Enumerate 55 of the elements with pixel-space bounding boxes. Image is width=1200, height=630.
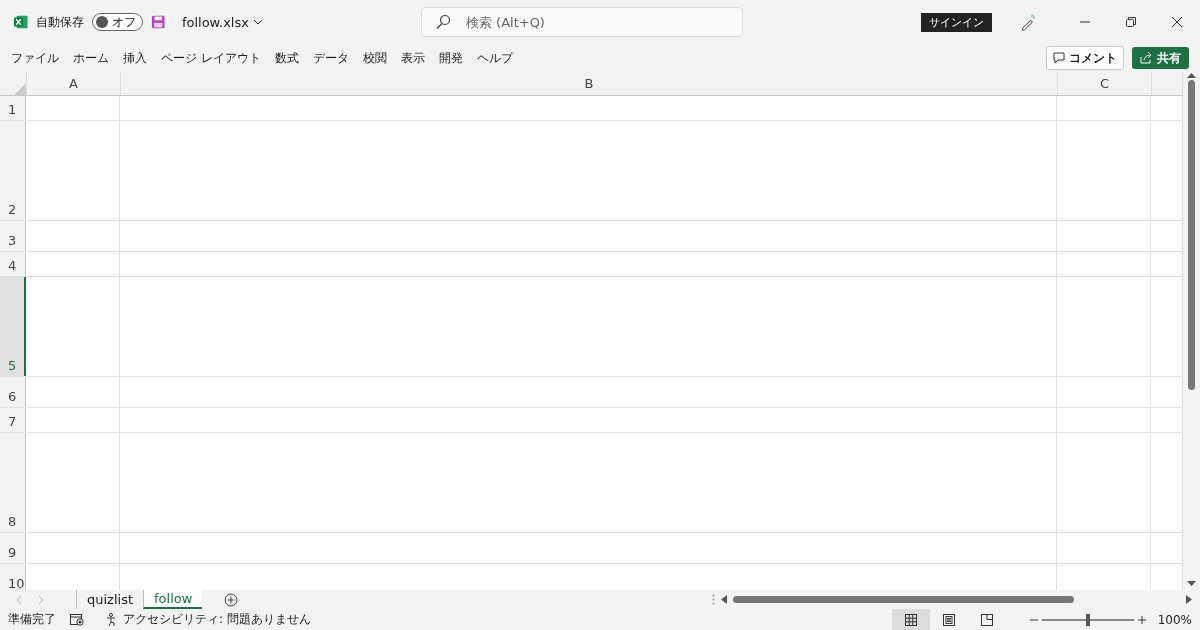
row-header[interactable]: 8: [0, 433, 26, 532]
column-header[interactable]: B: [121, 72, 1058, 95]
ribbon-tab[interactable]: 開発: [431, 49, 470, 67]
page-break-view-icon[interactable]: [980, 613, 993, 626]
chevron-down-icon: [252, 19, 263, 25]
share-icon: [1140, 52, 1152, 64]
column-header[interactable]: C: [1058, 72, 1152, 95]
scrollbar-thumb[interactable]: [1188, 80, 1195, 390]
ribbon-tab[interactable]: ヘルプ: [469, 49, 520, 67]
scroll-up-icon[interactable]: [1187, 72, 1196, 78]
row-header[interactable]: 2: [0, 121, 26, 220]
row-header[interactable]: 7: [0, 408, 26, 432]
ribbon-tab[interactable]: データ: [305, 49, 356, 67]
zoom-slider-thumb[interactable]: [1085, 613, 1090, 626]
scroll-left-icon[interactable]: [721, 595, 727, 604]
close-icon: [1171, 16, 1183, 28]
normal-view-icon[interactable]: [904, 613, 917, 626]
add-sheet-icon[interactable]: [224, 592, 239, 607]
sign-in-button[interactable]: サインイン: [920, 12, 992, 32]
row-header[interactable]: 6: [0, 377, 26, 407]
zoom-in-icon[interactable]: [1137, 615, 1146, 624]
row-header[interactable]: 4: [0, 252, 26, 276]
scrollbar-thumb[interactable]: [733, 596, 1074, 603]
comment-button[interactable]: コメント: [1046, 46, 1124, 70]
ribbon-tab[interactable]: 表示: [393, 49, 432, 67]
file-name-menu[interactable]: follow.xlsx: [181, 14, 263, 30]
search-field[interactable]: 検索 (Alt+Q): [420, 7, 743, 37]
row-header[interactable]: 10: [0, 564, 26, 590]
row-header[interactable]: 9: [0, 533, 26, 563]
row-header[interactable]: 1: [0, 96, 26, 120]
zoom-level[interactable]: 100%: [1157, 612, 1192, 627]
ribbon-tab[interactable]: ページ レイアウト: [154, 49, 268, 67]
sheet-tab[interactable]: follow: [143, 590, 203, 609]
page-layout-view-icon[interactable]: [942, 613, 955, 626]
share-button[interactable]: 共有: [1132, 47, 1189, 69]
status-text: 準備完了: [8, 611, 56, 628]
spreadsheet-app-icon: [14, 14, 29, 30]
scroll-right-icon[interactable]: [1186, 595, 1192, 604]
macro-recorder-icon[interactable]: [70, 613, 84, 626]
ribbon-tab[interactable]: 校閲: [355, 49, 394, 67]
save-icon[interactable]: [151, 14, 166, 30]
column-header[interactable]: A: [27, 72, 121, 95]
accessibility-status[interactable]: アクセシビリティ: 問題ありません: [106, 611, 311, 628]
row-header[interactable]: 5: [0, 277, 26, 376]
row-header[interactable]: 3: [0, 221, 26, 251]
split-handle-icon[interactable]: [712, 594, 715, 605]
ribbon-tab[interactable]: ホーム: [66, 49, 116, 67]
autosave-label: 自動保存: [36, 13, 85, 31]
autosave-toggle[interactable]: オフ: [92, 13, 144, 31]
scroll-down-icon[interactable]: [1187, 581, 1196, 587]
ribbon-tab[interactable]: 数式: [267, 49, 306, 67]
restore-icon: [1126, 17, 1136, 27]
ribbon-tab[interactable]: 挿入: [116, 49, 154, 67]
speech-bubble-icon: [1053, 52, 1065, 64]
ribbon-tab[interactable]: ファイル: [4, 49, 66, 67]
